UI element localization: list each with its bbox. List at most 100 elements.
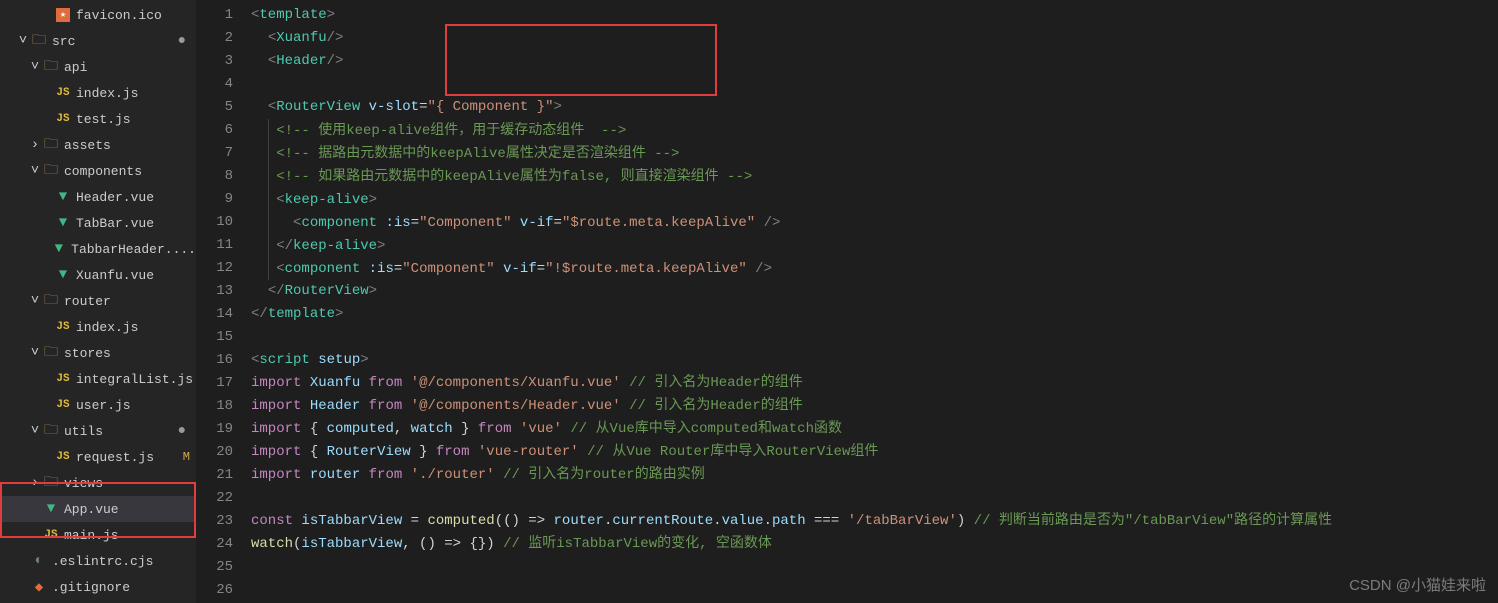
vue-icon: ▼: [54, 267, 72, 283]
line-number: 20: [196, 441, 251, 464]
code-line-5[interactable]: <RouterView v-slot="{ Component }">: [251, 96, 1498, 119]
line-gutter: 1234567891011121314151617181920212223242…: [196, 0, 251, 603]
folder-icon: 🗀: [30, 29, 48, 53]
folder-icon: 🗀: [42, 159, 60, 183]
code-line-19[interactable]: import { computed, watch } from 'vue' //…: [251, 418, 1498, 441]
file-label: favicon.ico: [76, 8, 196, 23]
js-icon: JS: [42, 529, 60, 541]
line-number: 15: [196, 326, 251, 349]
tree-item-tabbarheader-[interactable]: ▼TabbarHeader....: [0, 236, 196, 262]
line-number: 10: [196, 211, 251, 234]
file-label: api: [64, 60, 196, 75]
code-line-9[interactable]: <keep-alive>: [251, 188, 1498, 211]
tree-item-favicon-ico[interactable]: ★favicon.ico: [0, 2, 196, 28]
tree-item-xuanfu-vue[interactable]: ▼ Xuanfu.vue: [0, 262, 196, 288]
file-label: Xuanfu.vue: [76, 268, 196, 283]
chevron-icon: ˅: [28, 345, 42, 361]
code-line-15[interactable]: [251, 326, 1498, 349]
file-label: stores: [64, 346, 196, 361]
file-label: test.js: [76, 112, 196, 127]
code-line-6[interactable]: <!-- 使用keep-alive组件，用于缓存动态组件 -->: [251, 119, 1498, 142]
line-number: 11: [196, 234, 251, 257]
folder-icon: 🗀: [42, 133, 60, 157]
code-line-8[interactable]: <!-- 如果路由元数据中的keepAlive属性为false, 则直接渲染组件…: [251, 165, 1498, 188]
tree-item-api[interactable]: ˅🗀api: [0, 54, 196, 80]
chevron-icon: ˅: [16, 33, 30, 49]
code-line-4[interactable]: [251, 73, 1498, 96]
file-label: App.vue: [64, 502, 196, 517]
code-content[interactable]: <template> <Xuanfu/> <Header/> <RouterVi…: [251, 0, 1498, 603]
tree-item-router[interactable]: ˅🗀 router: [0, 288, 196, 314]
code-line-23[interactable]: const isTabbarView = computed(() => rout…: [251, 510, 1498, 533]
vue-icon: ▼: [54, 215, 72, 231]
code-line-18[interactable]: import Header from '@/components/Header.…: [251, 395, 1498, 418]
code-line-16[interactable]: <script setup>: [251, 349, 1498, 372]
tree-item-main-js[interactable]: JSmain.js: [0, 522, 196, 548]
tree-item-components[interactable]: ˅🗀components: [0, 158, 196, 184]
tree-item-header-vue[interactable]: ▼Header.vue: [0, 184, 196, 210]
code-line-13[interactable]: </RouterView>: [251, 280, 1498, 303]
code-line-26[interactable]: [251, 579, 1498, 602]
code-line-25[interactable]: [251, 556, 1498, 579]
line-number: 12: [196, 257, 251, 280]
tree-item-index-js[interactable]: JSindex.js: [0, 80, 196, 106]
code-editor[interactable]: 1234567891011121314151617181920212223242…: [196, 0, 1498, 603]
code-line-7[interactable]: <!-- 据路由元数据中的keepAlive属性决定是否渲染组件 -->: [251, 142, 1498, 165]
line-number: 3: [196, 50, 251, 73]
code-line-21[interactable]: import router from './router' // 引入名为rou…: [251, 464, 1498, 487]
code-line-2[interactable]: <Xuanfu/>: [251, 27, 1498, 50]
tree-item-app-vue[interactable]: ▼ App.vue: [0, 496, 196, 522]
tree-item-views[interactable]: ›🗀views: [0, 470, 196, 496]
tree-item-utils[interactable]: ˅🗀utils●: [0, 418, 196, 444]
line-number: 26: [196, 579, 251, 602]
tree-item-stores[interactable]: ˅🗀stores: [0, 340, 196, 366]
code-line-20[interactable]: import { RouterView } from 'vue-router' …: [251, 441, 1498, 464]
file-label: TabBar.vue: [76, 216, 196, 231]
line-number: 7: [196, 142, 251, 165]
line-number: 22: [196, 487, 251, 510]
file-explorer[interactable]: ★favicon.ico˅🗀src●˅🗀apiJSindex.jsJStest.…: [0, 0, 196, 603]
folder-icon: 🗀: [42, 289, 60, 313]
code-line-14[interactable]: </template>: [251, 303, 1498, 326]
js-icon: JS: [54, 113, 72, 125]
tree-item-integrallist-js[interactable]: JSintegralList.js: [0, 366, 196, 392]
file-label: Header.vue: [76, 190, 196, 205]
code-line-24[interactable]: watch(isTabbarView, () => {}) // 监听isTab…: [251, 533, 1498, 556]
git-icon: ◆: [30, 579, 48, 596]
watermark: CSDN @小猫娃来啦: [1349, 574, 1486, 595]
tree-item-user-js[interactable]: JSuser.js: [0, 392, 196, 418]
file-label: index.js: [76, 86, 196, 101]
tree-item--eslintrc-cjs[interactable]: ◐.eslintrc.cjs: [0, 548, 196, 574]
code-line-10[interactable]: <component :is="Component" v-if="$route.…: [251, 211, 1498, 234]
code-line-1[interactable]: <template>: [251, 4, 1498, 27]
file-label: request.js: [76, 450, 183, 465]
tree-item-index-js[interactable]: JSindex.js: [0, 314, 196, 340]
tree-item-src[interactable]: ˅🗀src●: [0, 28, 196, 54]
line-number: 14: [196, 303, 251, 326]
line-number: 9: [196, 188, 251, 211]
file-label: views: [64, 476, 196, 491]
file-label: router: [64, 294, 196, 309]
tree-item-tabbar-vue[interactable]: ▼ TabBar.vue: [0, 210, 196, 236]
js-icon: JS: [54, 399, 72, 411]
code-line-3[interactable]: <Header/>: [251, 50, 1498, 73]
vue-icon: ▼: [42, 501, 60, 517]
js-icon: JS: [54, 373, 72, 385]
line-number: 23: [196, 510, 251, 533]
line-number: 19: [196, 418, 251, 441]
folder-icon: 🗀: [42, 55, 60, 79]
line-number: 24: [196, 533, 251, 556]
code-line-17[interactable]: import Xuanfu from '@/components/Xuanfu.…: [251, 372, 1498, 395]
code-line-11[interactable]: </keep-alive>: [251, 234, 1498, 257]
code-line-12[interactable]: <component :is="Component" v-if="!$route…: [251, 257, 1498, 280]
line-number: 18: [196, 395, 251, 418]
tree-item-assets[interactable]: ›🗀assets: [0, 132, 196, 158]
folder-icon: 🗀: [42, 419, 60, 443]
chevron-icon: ˅: [28, 293, 42, 309]
tree-item-test-js[interactable]: JS test.js: [0, 106, 196, 132]
code-line-22[interactable]: [251, 487, 1498, 510]
line-number: 6: [196, 119, 251, 142]
line-number: 1: [196, 4, 251, 27]
tree-item-request-js[interactable]: JSrequest.jsM: [0, 444, 196, 470]
tree-item--gitignore[interactable]: ◆.gitignore: [0, 574, 196, 600]
